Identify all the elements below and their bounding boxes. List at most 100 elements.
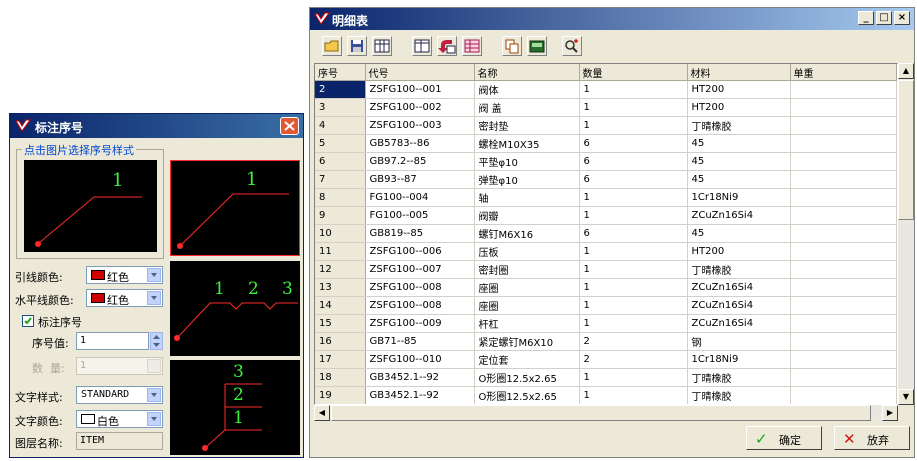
serial-spinner[interactable] — [150, 332, 163, 350]
table-cell[interactable]: 密封垫 — [474, 116, 580, 135]
layer-input[interactable]: ITEM — [76, 432, 163, 450]
row-index-cell[interactable]: 16 — [315, 332, 366, 351]
table-cell[interactable]: 1Cr18Ni9 — [687, 188, 791, 207]
table-cell[interactable]: 定位套 — [474, 350, 580, 369]
leader-color-select[interactable]: 红色 — [86, 266, 163, 284]
scroll-left-icon[interactable]: ◀ — [314, 405, 330, 421]
table-cell[interactable]: HT200 — [687, 98, 791, 117]
table-row[interactable]: 19 GB3452.1--92 O形圈12.5x2.65 1 丁晴橡胶 — [315, 386, 897, 404]
horizontal-scroll-thumb[interactable] — [331, 405, 871, 421]
search-icon[interactable] — [562, 36, 582, 56]
table-cell[interactable]: GB97.2--85 — [365, 152, 475, 171]
table-cell[interactable]: 螺钉M6X16 — [474, 224, 580, 243]
table-row[interactable]: 5 GB5783--86 螺栓M10X35 6 45 — [315, 134, 897, 153]
table-cell[interactable]: 1 — [579, 206, 688, 225]
table-cell[interactable]: 6 — [579, 152, 688, 171]
row-index-cell[interactable]: 18 — [315, 368, 366, 387]
table-cell[interactable]: 座圈 — [474, 296, 580, 315]
style-preview-4[interactable]: 3 2 1 — [170, 360, 300, 455]
table-cell[interactable]: 45 — [687, 152, 791, 171]
chevron-down-icon[interactable] — [147, 412, 161, 426]
table-cell[interactable] — [790, 116, 897, 135]
table-row[interactable]: 6 GB97.2--85 平垫φ10 6 45 — [315, 152, 897, 171]
row-index-cell[interactable]: 9 — [315, 206, 366, 225]
table-row[interactable]: 3 ZSFG100--002 阀 盖 1 HT200 — [315, 98, 897, 117]
delete-row-icon[interactable] — [462, 36, 482, 56]
row-index-cell[interactable]: 12 — [315, 260, 366, 279]
scroll-up-icon[interactable]: ▲ — [898, 63, 914, 79]
close-button[interactable] — [280, 117, 299, 135]
table-cell[interactable]: 阀 盖 — [474, 98, 580, 117]
table-cell[interactable] — [790, 98, 897, 117]
table-cell[interactable]: 6 — [579, 170, 688, 189]
close-button[interactable]: × — [894, 11, 910, 25]
col-header-weight[interactable]: 单重 — [790, 64, 897, 81]
table-row[interactable]: 9 FG100--005 阀瓣 1 ZCuZn16Si4 — [315, 206, 897, 225]
table-cell[interactable]: ZSFG100--008 — [365, 278, 475, 297]
table-cell[interactable] — [790, 350, 897, 369]
table-row[interactable]: 16 GB71--85 紧定螺钉M6X10 2 钢 — [315, 332, 897, 351]
table-cell[interactable]: 1 — [579, 116, 688, 135]
table-cell[interactable] — [790, 260, 897, 279]
row-index-cell[interactable]: 17 — [315, 350, 366, 369]
scroll-down-icon[interactable]: ▼ — [898, 389, 914, 405]
table-cell[interactable]: O形圈12.5x2.65 — [474, 386, 580, 404]
horizontal-scrollbar[interactable]: ◀ ▶ — [314, 405, 898, 421]
table-row[interactable]: 17 ZSFG100--010 定位套 2 1Cr18Ni9 — [315, 350, 897, 369]
table-cell[interactable]: 6 — [579, 224, 688, 243]
table-cell[interactable]: 弹垫φ10 — [474, 170, 580, 189]
row-index-cell[interactable]: 5 — [315, 134, 366, 153]
table-cell[interactable]: 杆杠 — [474, 314, 580, 333]
mark-checkbox[interactable] — [22, 315, 34, 327]
table-cell[interactable] — [790, 188, 897, 207]
table-row[interactable]: 2 ZSFG100--001 阀体 1 HT200 — [315, 80, 897, 99]
text-color-select[interactable]: 白色 — [76, 410, 163, 428]
table-cell[interactable]: O形圈12.5x2.65 — [474, 368, 580, 387]
table-row[interactable]: 11 ZSFG100--006 压板 1 HT200 — [315, 242, 897, 261]
table-cell[interactable] — [790, 314, 897, 333]
chevron-down-icon[interactable] — [147, 291, 161, 305]
table-row[interactable]: 14 ZSFG100--008 座圈 1 ZCuZn16Si4 — [315, 296, 897, 315]
table-cell[interactable]: 座圈 — [474, 278, 580, 297]
table-cell[interactable]: 轴 — [474, 188, 580, 207]
table-row[interactable]: 4 ZSFG100--003 密封垫 1 丁晴橡胶 — [315, 116, 897, 135]
table-cell[interactable]: 1Cr18Ni9 — [687, 350, 791, 369]
table-row[interactable]: 10 GB819--85 螺钉M6X16 6 45 — [315, 224, 897, 243]
col-header-index[interactable]: 序号 — [315, 64, 366, 81]
table-cell[interactable] — [790, 296, 897, 315]
table-cell[interactable]: 1 — [579, 314, 688, 333]
row-index-cell[interactable]: 19 — [315, 386, 366, 404]
serial-input[interactable]: 1 — [76, 332, 149, 350]
style-preview-1[interactable]: 1 — [24, 160, 157, 252]
table-row[interactable]: 7 GB93--87 弹垫φ10 6 45 — [315, 170, 897, 189]
table-cell[interactable]: 1 — [579, 260, 688, 279]
table-cell[interactable]: GB819--85 — [365, 224, 475, 243]
table-cell[interactable]: GB71--85 — [365, 332, 475, 351]
row-index-cell[interactable]: 11 — [315, 242, 366, 261]
table-cell[interactable]: ZCuZn16Si4 — [687, 314, 791, 333]
table-cell[interactable]: 紧定螺钉M6X10 — [474, 332, 580, 351]
table-cell[interactable] — [790, 134, 897, 153]
table-cell[interactable]: ZSFG100--007 — [365, 260, 475, 279]
row-index-cell[interactable]: 10 — [315, 224, 366, 243]
table-cell[interactable]: HT200 — [687, 80, 791, 99]
table-cell[interactable]: ZSFG100--006 — [365, 242, 475, 261]
cancel-button[interactable]: ✕ 放弃 — [834, 426, 910, 450]
table-cell[interactable]: ZSFG100--008 — [365, 296, 475, 315]
open-folder-icon[interactable] — [322, 36, 342, 56]
hline-color-select[interactable]: 红色 — [86, 289, 163, 307]
table-cell[interactable]: 丁晴橡胶 — [687, 386, 791, 404]
table-cell[interactable]: 丁晴橡胶 — [687, 260, 791, 279]
row-index-cell[interactable]: 6 — [315, 152, 366, 171]
vertical-scrollbar[interactable]: ▲ ▼ — [898, 63, 914, 405]
table-cell[interactable]: 丁晴橡胶 — [687, 116, 791, 135]
table-cell[interactable]: 45 — [687, 224, 791, 243]
minimize-button[interactable]: _ — [858, 11, 874, 25]
table-cell[interactable]: ZSFG100--010 — [365, 350, 475, 369]
table-cell[interactable]: FG100--005 — [365, 206, 475, 225]
table-row[interactable]: 12 ZSFG100--007 密封圈 1 丁晴橡胶 — [315, 260, 897, 279]
table-cell[interactable]: GB5783--86 — [365, 134, 475, 153]
row-index-cell[interactable]: 7 — [315, 170, 366, 189]
table-cell[interactable] — [790, 332, 897, 351]
row-index-cell[interactable]: 2 — [315, 80, 366, 99]
